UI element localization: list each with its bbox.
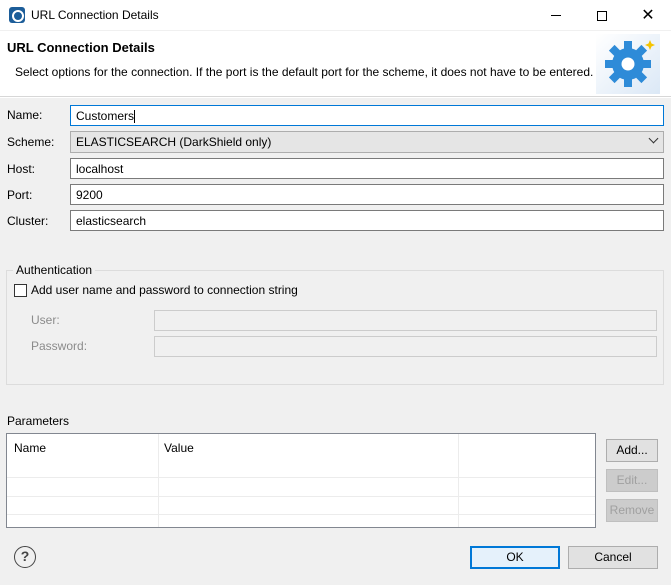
- close-icon: ✕: [641, 6, 655, 24]
- port-value: 9200: [76, 188, 103, 202]
- password-label: Password:: [31, 339, 88, 353]
- cluster-value: elasticsearch: [76, 214, 147, 228]
- table-row: [7, 514, 595, 515]
- name-label: Name:: [7, 108, 43, 122]
- minimize-icon: [551, 15, 561, 16]
- table-row: [7, 496, 595, 497]
- help-icon[interactable]: ?: [14, 546, 36, 568]
- text-caret: [134, 110, 136, 124]
- host-field[interactable]: localhost: [70, 158, 664, 179]
- scheme-label: Scheme:: [7, 135, 55, 149]
- scheme-dropdown[interactable]: ELASTICSEARCH (DarkShield only): [70, 131, 664, 153]
- maximize-button[interactable]: [579, 0, 625, 31]
- parameters-label: Parameters: [7, 414, 70, 428]
- dialog-banner: URL Connection Details Select options fo…: [0, 31, 671, 97]
- close-button[interactable]: ✕: [625, 0, 671, 31]
- cancel-button[interactable]: Cancel: [568, 546, 658, 569]
- cluster-field[interactable]: elasticsearch: [70, 210, 664, 231]
- password-field[interactable]: [154, 336, 657, 357]
- column-header-name[interactable]: Name: [14, 441, 46, 455]
- authentication-legend: Authentication: [13, 263, 96, 277]
- chevron-down-icon: [648, 133, 659, 144]
- table-row: [7, 477, 595, 478]
- maximize-icon: [597, 10, 607, 21]
- parameters-table[interactable]: Name Value: [6, 433, 596, 528]
- add-parameter-button[interactable]: Add...: [606, 439, 658, 462]
- cluster-label: Cluster:: [7, 214, 49, 228]
- authentication-group: Authentication Add user name and passwor…: [6, 263, 664, 385]
- banner-description: Select options for the connection. If th…: [15, 65, 594, 79]
- app-icon: [9, 7, 25, 23]
- user-field[interactable]: [154, 310, 657, 331]
- window-title: URL Connection Details: [31, 8, 159, 22]
- remove-parameter-button[interactable]: Remove: [606, 499, 658, 522]
- user-label: User:: [31, 313, 60, 327]
- gear-icon: [596, 34, 660, 94]
- add-credentials-checkbox[interactable]: [14, 284, 27, 297]
- host-label: Host:: [7, 162, 36, 176]
- dialog-content: Name: Customers Scheme: ELASTICSEARCH (D…: [0, 98, 671, 585]
- port-field[interactable]: 9200: [70, 184, 664, 205]
- host-value: localhost: [76, 162, 124, 176]
- banner-title: URL Connection Details: [7, 40, 155, 55]
- title-bar: URL Connection Details ✕: [0, 0, 671, 31]
- column-header-value[interactable]: Value: [164, 441, 194, 455]
- port-label: Port:: [7, 188, 33, 202]
- scheme-value: ELASTICSEARCH (DarkShield only): [76, 135, 272, 149]
- name-value: Customers: [76, 109, 135, 123]
- ok-button[interactable]: OK: [470, 546, 560, 569]
- edit-parameter-button[interactable]: Edit...: [606, 469, 658, 492]
- add-credentials-label[interactable]: Add user name and password to connection…: [31, 283, 298, 297]
- name-field[interactable]: Customers: [70, 105, 664, 126]
- minimize-button[interactable]: [533, 0, 579, 31]
